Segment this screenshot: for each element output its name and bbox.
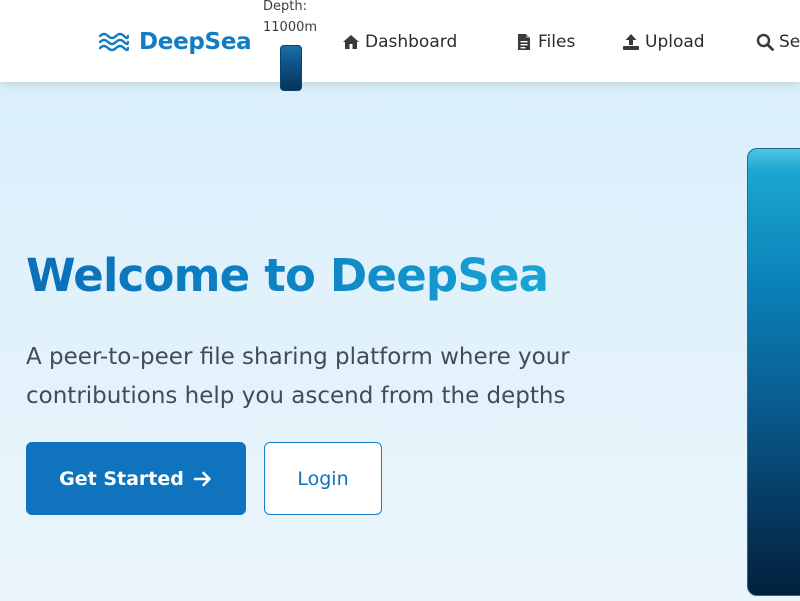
nav-label-search: Se (779, 30, 800, 54)
login-label: Login (297, 468, 348, 490)
nav-item-files[interactable]: Files (515, 30, 575, 54)
get-started-label: Get Started (59, 468, 184, 490)
nav-item-dashboard[interactable]: Dashboard (342, 30, 457, 54)
nav-label-upload: Upload (645, 30, 705, 54)
nav-label-files: Files (538, 30, 575, 54)
waves-icon (99, 30, 129, 54)
depth-gauge (280, 45, 302, 91)
nav-label-dashboard: Dashboard (365, 30, 457, 54)
upload-icon (622, 33, 640, 51)
depth-label: Depth: 11000m (263, 0, 333, 38)
brand-name: DeepSea (139, 28, 251, 56)
login-button[interactable]: Login (264, 442, 382, 515)
search-icon (756, 33, 774, 51)
get-started-button[interactable]: Get Started (26, 442, 246, 515)
brand-logo[interactable]: DeepSea (99, 28, 251, 56)
arrow-right-icon (193, 469, 213, 489)
nav-item-upload[interactable]: Upload (622, 30, 705, 54)
ocean-depth-panel (747, 148, 800, 596)
nav-item-search[interactable]: Se (756, 30, 800, 54)
hero-subtitle: A peer-to-peer file sharing platform whe… (26, 338, 706, 416)
hero-title: Welcome to DeepSea (26, 244, 548, 308)
page: DeepSea Depth: 11000m Dashboard (0, 0, 800, 601)
depth-indicator: Depth: 11000m (263, 0, 333, 38)
top-navbar: DeepSea Depth: 11000m Dashboard (0, 0, 800, 82)
file-icon (515, 33, 533, 51)
home-icon (342, 33, 360, 51)
